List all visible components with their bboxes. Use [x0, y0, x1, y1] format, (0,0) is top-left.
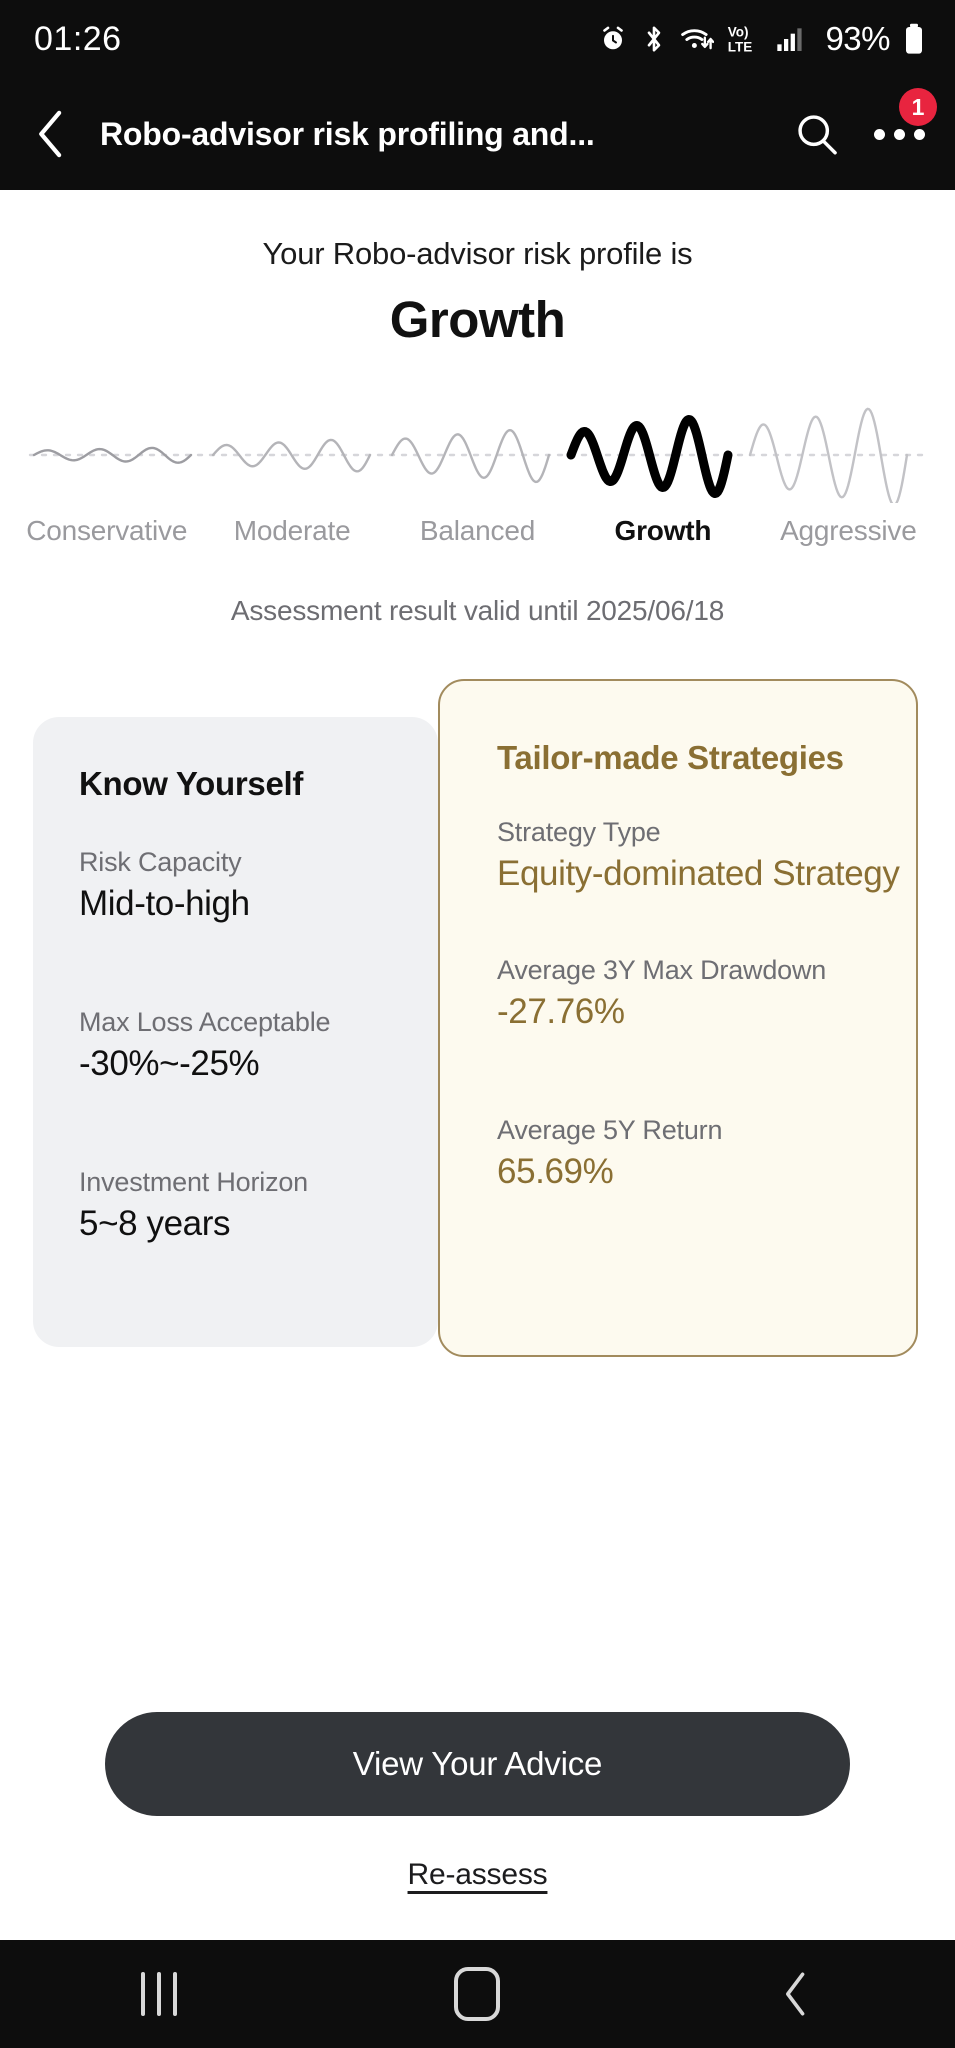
- risk-scale-chart: [0, 393, 955, 503]
- summary-cards: Know Yourself Risk Capacity Mid-to-high …: [0, 679, 955, 1399]
- risk-scale-labels: Conservative Moderate Balanced Growth Ag…: [0, 515, 955, 547]
- footer-actions: View Your Advice Re-assess: [0, 1712, 955, 1892]
- scale-label-balanced[interactable]: Balanced: [385, 515, 570, 547]
- investment-horizon-field: Investment Horizon 5~8 years: [79, 1167, 438, 1243]
- battery-icon: [903, 23, 925, 55]
- re-assess-link[interactable]: Re-assess: [408, 1858, 548, 1892]
- back-button[interactable]: [20, 103, 82, 165]
- max-loss-field: Max Loss Acceptable -30%~-25%: [79, 1007, 438, 1083]
- signal-icon: [776, 25, 808, 53]
- system-nav-bar: [0, 1940, 955, 2048]
- avg-5y-return-label: Average 5Y Return: [497, 1115, 723, 1146]
- scale-label-moderate[interactable]: Moderate: [199, 515, 384, 547]
- risk-capacity-field: Risk Capacity Mid-to-high: [79, 847, 438, 923]
- battery-percent-label: 93%: [825, 20, 890, 57]
- scale-label-conservative[interactable]: Conservative: [14, 515, 199, 547]
- scale-label-aggressive[interactable]: Aggressive: [756, 515, 941, 547]
- nav-back-button[interactable]: [721, 1940, 871, 2048]
- status-bar: 01:26 Vo) LTE 93%: [0, 0, 955, 78]
- result-lead-text: Your Robo-advisor risk profile is: [262, 236, 693, 271]
- app-bar: Robo-advisor risk profiling and... 1: [0, 78, 955, 190]
- max-drawdown-field: Average 3Y Max Drawdown -27.76%: [497, 955, 916, 1031]
- recent-apps-icon: [141, 1972, 178, 2016]
- strategy-type-value: Equity-dominated Strategy: [497, 854, 900, 893]
- max-loss-label: Max Loss Acceptable: [79, 1007, 331, 1038]
- know-yourself-card: Know Yourself Risk Capacity Mid-to-high …: [33, 717, 438, 1347]
- alarm-icon: [598, 24, 628, 54]
- strategy-type-label: Strategy Type: [497, 817, 661, 847]
- status-icons: Vo) LTE 93%: [598, 20, 925, 58]
- tailor-made-title: Tailor-made Strategies: [497, 739, 844, 776]
- risk-scale-waves: [28, 407, 927, 503]
- max-drawdown-label: Average 3Y Max Drawdown: [497, 955, 827, 986]
- back-icon: [785, 1972, 805, 2016]
- risk-profile-name: Growth: [389, 291, 566, 348]
- wifi-icon: [680, 24, 715, 54]
- app-bar-actions: 1: [787, 88, 937, 164]
- search-icon: [798, 115, 837, 155]
- volte-icon: Vo) LTE: [727, 23, 763, 55]
- assessment-validity: Assessment result valid until 2025/06/18: [230, 595, 725, 626]
- tailor-made-strategies-card: Tailor-made Strategies Strategy Type Equ…: [438, 679, 918, 1357]
- avg-5y-return-field: Average 5Y Return 65.69%: [497, 1115, 916, 1191]
- svg-text:Vo): Vo): [728, 25, 749, 40]
- wave-growth: [566, 415, 733, 498]
- scale-label-growth[interactable]: Growth: [570, 515, 755, 547]
- chevron-left-icon: [39, 110, 62, 158]
- view-your-advice-button[interactable]: View Your Advice: [105, 1712, 850, 1816]
- know-yourself-title: Know Yourself: [79, 765, 304, 802]
- investment-horizon-value: 5~8 years: [79, 1204, 231, 1244]
- main-content: Your Robo-advisor risk profile is Growth…: [0, 190, 955, 1940]
- more-options-button[interactable]: 1: [869, 88, 937, 164]
- strategy-type-field: Strategy Type Equity-dominated Strategy: [497, 817, 916, 893]
- notification-badge: 1: [899, 88, 937, 126]
- avg-5y-return-value: 65.69%: [497, 1152, 614, 1192]
- investment-horizon-label: Investment Horizon: [79, 1167, 308, 1198]
- page-title: Robo-advisor risk profiling and...: [100, 115, 595, 152]
- bluetooth-icon: [641, 24, 667, 54]
- risk-capacity-value: Mid-to-high: [79, 884, 250, 923]
- status-clock: 01:26: [34, 19, 122, 58]
- max-drawdown-value: -27.76%: [497, 992, 625, 1032]
- svg-text:LTE: LTE: [728, 39, 753, 54]
- search-button[interactable]: [787, 104, 847, 164]
- more-options-icon: [873, 128, 925, 140]
- home-button[interactable]: [402, 1940, 552, 2048]
- home-icon: [454, 1967, 501, 2021]
- max-loss-value: -30%~-25%: [79, 1044, 260, 1084]
- risk-capacity-label: Risk Capacity: [79, 847, 242, 877]
- recent-apps-button[interactable]: [84, 1940, 234, 2048]
